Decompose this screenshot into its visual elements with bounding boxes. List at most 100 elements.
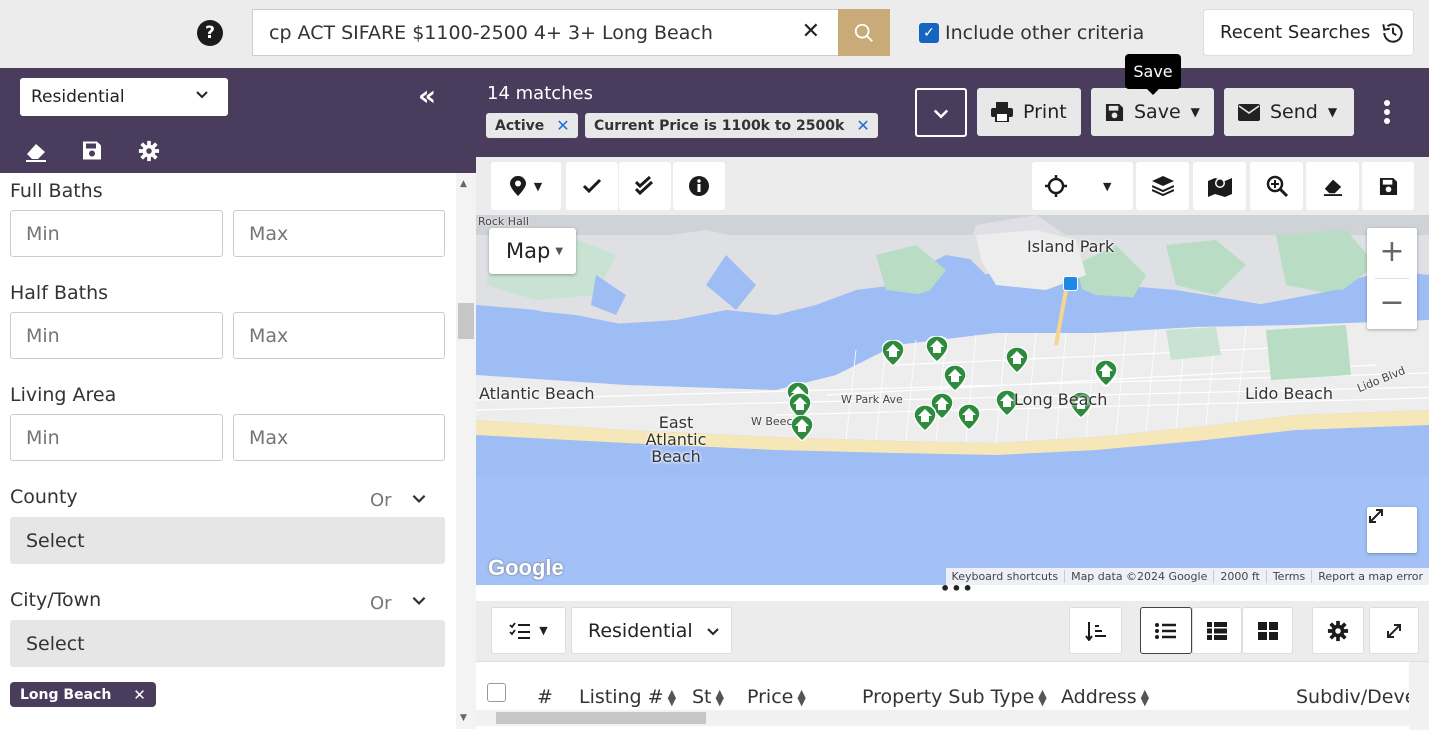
zoom-control: + −	[1367, 228, 1417, 329]
column-header-subdivision[interactable]: Subdiv/Deve	[1296, 686, 1416, 708]
settings-gear-icon	[1327, 620, 1349, 641]
zoom-to-fit-button[interactable]	[1250, 162, 1303, 210]
caret-down-icon: ▼	[533, 179, 543, 193]
map-scale[interactable]: 2000 ft	[1213, 570, 1265, 583]
send-button[interactable]: Send ▼	[1224, 88, 1354, 136]
help-icon[interactable]: ?	[197, 20, 223, 46]
list-view-type-select[interactable]: Residential	[571, 607, 732, 654]
listing-marker[interactable]	[944, 365, 966, 391]
table-vertical-scrollbar[interactable]	[1409, 662, 1429, 730]
sidebar-scroll-thumb[interactable]	[458, 303, 474, 339]
column-header-price[interactable]: Price ▲ ▼	[747, 686, 806, 708]
listing-marker[interactable]	[926, 336, 948, 362]
list-view-button[interactable]	[1140, 607, 1192, 654]
drag-handle-icon[interactable]: •••	[940, 579, 974, 598]
info-button[interactable]	[673, 162, 725, 210]
report-map-error-link[interactable]: Report a map error	[1311, 570, 1429, 583]
chevron-down-icon[interactable]	[410, 489, 428, 507]
search-button[interactable]	[838, 9, 890, 56]
print-button[interactable]: Print	[977, 88, 1081, 136]
city-town-select[interactable]: Select	[10, 620, 445, 667]
chevron-down-icon[interactable]	[410, 591, 428, 609]
column-header-address[interactable]: Address ▲ ▼	[1061, 686, 1149, 708]
county-select[interactable]: Select	[10, 517, 445, 564]
half-baths-min[interactable]	[10, 312, 223, 359]
sidebar-scrollbar[interactable]: ▲ ▼	[456, 173, 476, 729]
save-search-icon[interactable]	[82, 140, 102, 161]
listing-marker[interactable]	[1095, 360, 1117, 386]
sort-arrows-icon[interactable]: ▲ ▼	[716, 688, 724, 707]
select-check-button[interactable]	[566, 162, 618, 210]
living-area-min[interactable]	[10, 414, 223, 461]
zoom-in-button[interactable]: +	[1367, 228, 1417, 278]
grid-view-icon	[1257, 621, 1278, 640]
city-chip-label: Long Beach	[20, 686, 112, 703]
clear-map-button[interactable]	[1306, 162, 1359, 210]
list-toolbar: ▼ Residential	[476, 601, 1429, 661]
listing-marker[interactable]	[958, 404, 980, 430]
draw-shape-dropdown[interactable]: ▼	[1032, 162, 1133, 210]
remove-tag-icon[interactable]: ✕	[556, 116, 569, 135]
recent-searches-button[interactable]: Recent Searches	[1203, 9, 1414, 56]
sort-arrows-icon[interactable]: ▲ ▼	[1141, 688, 1149, 707]
settings-gear-icon[interactable]	[138, 140, 160, 162]
county-logic-label[interactable]: Or	[370, 490, 392, 511]
column-header-listing-number[interactable]: Listing # ▲ ▼	[579, 686, 676, 708]
listing-marker[interactable]	[914, 405, 936, 431]
half-baths-max[interactable]	[233, 312, 445, 359]
remove-tag-icon[interactable]: ✕	[856, 116, 869, 135]
list-actions-dropdown[interactable]: ▼	[491, 607, 566, 654]
map-view-button[interactable]	[1193, 162, 1246, 210]
terms-link[interactable]: Terms	[1265, 570, 1311, 583]
sort-arrows-icon[interactable]: ▲ ▼	[797, 688, 805, 707]
scroll-up-arrow-icon[interactable]: ▲	[460, 179, 467, 189]
full-baths-max[interactable]	[233, 210, 445, 257]
expand-criteria-button[interactable]	[915, 88, 967, 137]
map-type-dropdown[interactable]: Map ▼	[489, 228, 576, 274]
sort-arrows-icon[interactable]: ▲ ▼	[668, 688, 676, 707]
filter-tag-active: Active ✕	[486, 113, 578, 138]
map-view[interactable]: Map ▼ Island Park Atlantic Beach East At…	[476, 215, 1429, 585]
remove-chip-icon[interactable]: ✕	[133, 686, 146, 704]
zoom-out-button[interactable]: −	[1367, 279, 1417, 329]
map-fullscreen-button[interactable]	[1367, 507, 1417, 553]
select-all-button[interactable]	[619, 162, 671, 210]
map-pin-dropdown[interactable]: ▼	[491, 162, 561, 210]
save-button[interactable]: Save ▼	[1091, 88, 1214, 136]
search-input[interactable]	[267, 10, 787, 55]
map-data-credit: Map data ©2024 Google	[1064, 570, 1213, 583]
listing-marker[interactable]	[882, 340, 904, 366]
listing-marker[interactable]	[1006, 347, 1028, 373]
column-header-property-sub-type[interactable]: Property Sub Type ▲ ▼	[862, 686, 1047, 708]
printer-icon	[991, 102, 1013, 122]
listing-marker[interactable]	[791, 415, 813, 441]
select-all-checkbox[interactable]	[487, 683, 506, 702]
living-area-max[interactable]	[233, 414, 445, 461]
list-settings-button[interactable]	[1312, 607, 1364, 654]
caret-down-icon: ▼	[1190, 105, 1200, 119]
table-horizontal-scrollbar[interactable]	[476, 710, 1409, 726]
table-view-button[interactable]	[1192, 607, 1242, 654]
grid-view-button[interactable]	[1242, 607, 1293, 654]
more-options-icon[interactable]	[1383, 99, 1391, 125]
list-fullscreen-button[interactable]	[1369, 607, 1419, 654]
caret-down-icon: ▼	[1103, 179, 1112, 193]
include-other-criteria[interactable]: ✓ Include other criteria	[919, 22, 1144, 44]
city-town-logic-label[interactable]: Or	[370, 593, 392, 614]
table-scroll-thumb[interactable]	[496, 712, 706, 724]
half-baths-label: Half Baths	[10, 282, 109, 304]
property-type-select[interactable]: Residential	[20, 78, 228, 116]
eraser-icon[interactable]	[24, 140, 48, 162]
full-baths-min[interactable]	[10, 210, 223, 257]
scroll-down-arrow-icon[interactable]: ▼	[460, 713, 467, 723]
column-header-status[interactable]: St ▲ ▼	[692, 686, 724, 708]
sort-button[interactable]	[1069, 607, 1122, 654]
layers-button[interactable]	[1136, 162, 1189, 210]
include-criteria-checkbox[interactable]: ✓	[919, 23, 939, 43]
collapse-sidebar-icon[interactable]: «	[418, 82, 436, 110]
sort-arrows-icon[interactable]: ▲ ▼	[1038, 688, 1046, 707]
chevron-down-icon	[196, 91, 208, 99]
panel-splitter[interactable]: •••	[476, 579, 1429, 601]
clear-search-icon[interactable]: ✕	[802, 19, 820, 44]
save-map-button[interactable]	[1362, 162, 1414, 210]
